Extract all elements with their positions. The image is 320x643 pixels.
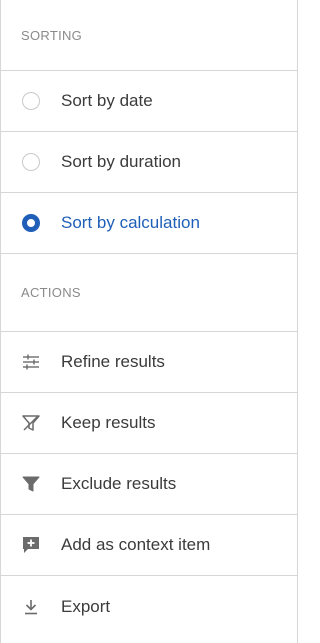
sort-option-duration[interactable]: Sort by duration	[1, 132, 297, 193]
action-refine-results[interactable]: Refine results	[1, 332, 297, 393]
action-label: Add as context item	[61, 535, 211, 554]
sort-option-label: Sort by date	[61, 91, 153, 110]
actions-header: ACTIONS	[1, 254, 297, 332]
action-label: Export	[61, 596, 111, 616]
radio-checked-icon[interactable]	[22, 214, 40, 232]
action-exclude-results[interactable]: Exclude results	[1, 454, 297, 515]
action-keep-results[interactable]: Keep results	[1, 393, 297, 454]
filter-keep-icon	[22, 414, 40, 432]
action-label: Exclude results	[61, 474, 177, 493]
radio-unchecked-icon[interactable]	[22, 92, 40, 110]
sort-option-label: Sort by calculation	[61, 213, 200, 232]
filter-icon	[22, 475, 40, 493]
add-comment-icon	[22, 536, 40, 554]
sort-option-calculation[interactable]: Sort by calculation	[1, 193, 297, 254]
radio-unchecked-icon[interactable]	[22, 153, 40, 171]
sliders-icon	[22, 353, 40, 371]
action-label: Refine results	[61, 352, 165, 371]
action-add-context-item[interactable]: Add as context item	[1, 515, 297, 576]
sort-option-label: Sort by duration	[61, 152, 182, 171]
sorting-header: SORTING	[1, 0, 297, 71]
sort-option-date[interactable]: Sort by date	[1, 71, 297, 132]
sort-actions-panel: SORTING Sort by date Sort by duration So…	[0, 0, 298, 643]
download-icon	[22, 598, 40, 616]
action-export[interactable]: Export	[1, 576, 297, 637]
action-label: Keep results	[61, 413, 156, 432]
